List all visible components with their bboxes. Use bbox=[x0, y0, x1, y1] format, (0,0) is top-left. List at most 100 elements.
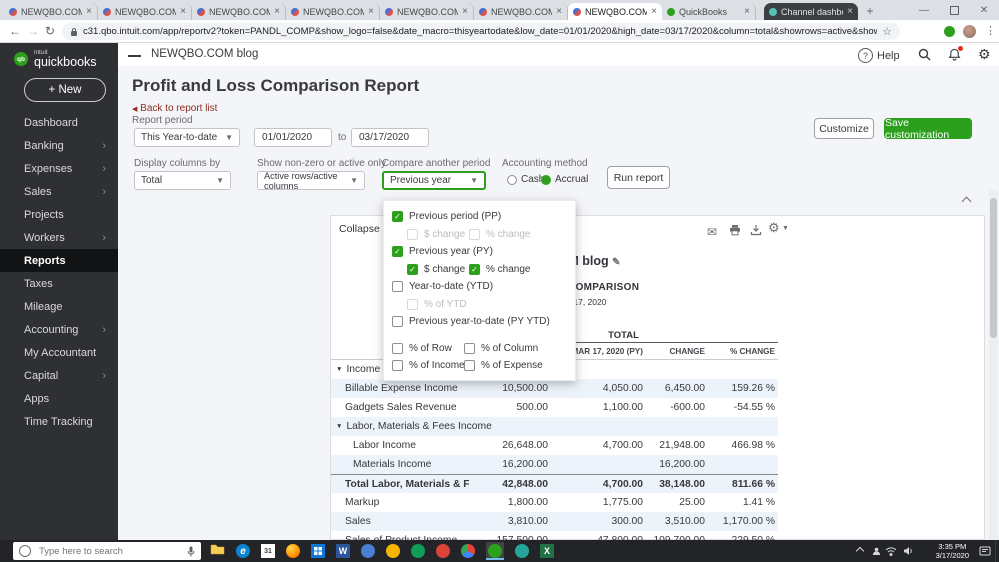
browser-tab-dark[interactable]: Channel dashboard - × bbox=[764, 3, 858, 20]
user-icon[interactable] bbox=[872, 540, 881, 562]
search-input[interactable] bbox=[37, 544, 181, 558]
sidebar-item-capital[interactable]: Capital › bbox=[0, 364, 118, 387]
word-icon[interactable]: W bbox=[336, 544, 350, 558]
checkbox-icon[interactable] bbox=[392, 342, 403, 354]
active-rows-select[interactable]: Active rows/active columns ▼ bbox=[257, 171, 365, 191]
checkbox-icon[interactable] bbox=[392, 360, 403, 372]
chrome-profile-green-icon[interactable] bbox=[411, 544, 425, 558]
checkbox-icon[interactable] bbox=[464, 360, 475, 372]
close-button[interactable]: ✕ bbox=[969, 0, 999, 20]
collapse-button[interactable]: Collapse bbox=[339, 223, 380, 235]
notifications-bell-icon[interactable] bbox=[948, 46, 963, 66]
new-tab-button[interactable]: + bbox=[862, 3, 878, 19]
run-report-button[interactable]: Run report bbox=[607, 166, 670, 189]
sidebar-item-time-tracking[interactable]: Time Tracking bbox=[0, 410, 118, 433]
file-explorer-icon[interactable] bbox=[210, 542, 225, 560]
taskbar-search[interactable] bbox=[13, 542, 201, 560]
cash-radio[interactable]: Cash bbox=[507, 174, 544, 185]
browser-tab[interactable]: NEWQBO.COM × bbox=[380, 3, 474, 20]
tab-close-icon[interactable]: × bbox=[274, 6, 280, 17]
chevron-down-icon[interactable]: ▼ bbox=[782, 225, 789, 232]
checkbox-checked-icon[interactable]: ✓ bbox=[407, 263, 418, 275]
action-center-icon[interactable] bbox=[979, 540, 991, 562]
microphone-icon[interactable] bbox=[187, 546, 195, 557]
edit-pencil-icon[interactable]: ✎ bbox=[612, 257, 620, 268]
export-icon[interactable] bbox=[750, 223, 762, 241]
speaker-icon[interactable] bbox=[903, 540, 913, 562]
store-icon[interactable] bbox=[311, 544, 325, 558]
scrollbar-thumb[interactable] bbox=[990, 198, 997, 338]
table-row[interactable]: Materials Income 16,200.00 16,200.00 bbox=[331, 455, 778, 474]
table-row[interactable]: Markup 1,800.00 1,775.00 25.00 1.41 % bbox=[331, 493, 778, 512]
checkbox-checked-icon[interactable]: ✓ bbox=[469, 263, 480, 275]
browser-tab[interactable]: NEWQBO.COM × bbox=[474, 3, 568, 20]
back-arrow-icon[interactable]: ← bbox=[9, 24, 21, 38]
firefox-icon[interactable] bbox=[286, 544, 300, 558]
excel-icon[interactable]: X bbox=[540, 544, 554, 558]
address-bar[interactable]: c31.qbo.intuit.com/app/reportv2?token=PA… bbox=[62, 23, 900, 40]
checkbox-icon[interactable] bbox=[392, 281, 403, 293]
tab-close-icon[interactable]: × bbox=[368, 6, 374, 17]
checkbox-disabled-icon[interactable] bbox=[469, 228, 480, 240]
sidebar-item-accounting[interactable]: Accounting › bbox=[0, 318, 118, 341]
tab-close-icon[interactable]: × bbox=[744, 6, 750, 17]
display-columns-select[interactable]: Total ▼ bbox=[134, 171, 231, 190]
save-customization-button[interactable]: Save customization bbox=[884, 117, 972, 141]
table-section-row[interactable]: ▼ Labor, Materials & Fees Income bbox=[331, 417, 778, 436]
bookmark-star-icon[interactable]: ☆ bbox=[882, 25, 892, 38]
search-icon[interactable] bbox=[918, 48, 931, 66]
calendar-icon[interactable]: 31 bbox=[261, 544, 275, 558]
page-scrollbar[interactable] bbox=[989, 190, 998, 540]
option-year-to-date[interactable]: Year-to-date (YTD) bbox=[392, 278, 567, 296]
sidebar-item-expenses[interactable]: Expenses › bbox=[0, 157, 118, 180]
scroll-top-chevron-icon[interactable] bbox=[961, 192, 977, 207]
table-row[interactable]: Sales 3,810.00 300.00 3,510.00 1,170.00 … bbox=[331, 512, 778, 531]
tray-chevron-up-icon[interactable] bbox=[855, 540, 865, 562]
option-previous-year-to-date[interactable]: Previous year-to-date (PY YTD) bbox=[392, 313, 567, 331]
checkbox-icon[interactable] bbox=[392, 316, 403, 328]
sidebar-item-sales[interactable]: Sales › bbox=[0, 180, 118, 203]
chrome-profile-yellow-icon[interactable] bbox=[386, 544, 400, 558]
sidebar-item-taxes[interactable]: Taxes bbox=[0, 272, 118, 295]
sidebar-item-reports[interactable]: Reports bbox=[0, 249, 118, 272]
edge-icon[interactable]: e bbox=[236, 544, 250, 558]
print-icon[interactable] bbox=[729, 223, 741, 241]
option-previous-period[interactable]: ✓ Previous period (PP) bbox=[392, 208, 567, 226]
checkbox-disabled-icon[interactable] bbox=[407, 298, 418, 310]
table-row[interactable]: Billable Expense Income 10,500.00 4,050.… bbox=[331, 379, 778, 398]
date-to-input[interactable]: 03/17/2020 bbox=[351, 128, 429, 147]
taskbar-clock[interactable]: 3:35 PM 3/17/2020 bbox=[936, 540, 969, 562]
tab-close-icon[interactable]: × bbox=[651, 6, 657, 17]
tab-close-icon[interactable]: × bbox=[462, 6, 468, 17]
browser-tab-active[interactable]: NEWQBO.COM blog -× bbox=[568, 3, 662, 20]
sidebar-item-mileage[interactable]: Mileage bbox=[0, 295, 118, 318]
checkbox-checked-icon[interactable]: ✓ bbox=[392, 246, 403, 258]
sidebar-item-my-accountant[interactable]: My Accountant bbox=[0, 341, 118, 364]
chrome-profile-blue-icon[interactable] bbox=[361, 544, 375, 558]
forward-arrow-icon[interactable]: → bbox=[27, 24, 39, 38]
browser-tab[interactable]: NEWQBO.COM × bbox=[4, 3, 98, 20]
tab-close-icon[interactable]: × bbox=[556, 6, 562, 17]
extension-icon[interactable] bbox=[944, 26, 955, 37]
date-from-input[interactable]: 01/01/2020 bbox=[254, 128, 332, 147]
option-previous-year[interactable]: ✓ Previous year (PY) bbox=[392, 243, 567, 261]
table-row[interactable]: Labor Income 26,648.00 4,700.00 21,948.0… bbox=[331, 436, 778, 455]
browser-tab[interactable]: NEWQBO.COM × bbox=[192, 3, 286, 20]
settings-gear-icon[interactable]: ⚙ bbox=[978, 46, 991, 63]
compare-period-select[interactable]: Previous year ▼ bbox=[382, 171, 486, 190]
table-total-row[interactable]: Total Labor, Materials & Fees... 42,848.… bbox=[331, 474, 778, 493]
collapse-caret-icon[interactable]: ▼ bbox=[336, 366, 342, 373]
quickbooks-app-icon[interactable] bbox=[488, 544, 502, 558]
sidebar-item-banking[interactable]: Banking › bbox=[0, 134, 118, 157]
active-app[interactable] bbox=[486, 542, 504, 560]
chrome-icon[interactable] bbox=[461, 544, 475, 558]
customize-button[interactable]: Customize bbox=[814, 118, 874, 139]
sidebar-item-workers[interactable]: Workers › bbox=[0, 226, 118, 249]
refresh-icon[interactable]: ↻ bbox=[45, 24, 55, 38]
show-desktop-button[interactable] bbox=[995, 540, 999, 562]
table-row[interactable]: Gadgets Sales Revenue 500.00 1,100.00 -6… bbox=[331, 398, 778, 417]
browser-menu-icon[interactable]: ⋮ bbox=[985, 24, 996, 37]
report-settings-gear-icon[interactable]: ⚙ bbox=[768, 220, 780, 236]
email-icon[interactable]: ✉ bbox=[707, 223, 717, 241]
checkbox-checked-icon[interactable]: ✓ bbox=[392, 211, 403, 223]
